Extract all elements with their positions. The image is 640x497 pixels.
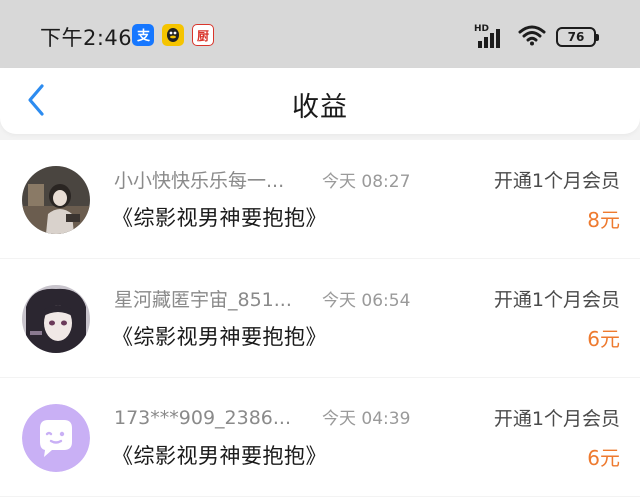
user-line: 173***909_2386... 今天 04:39 [114, 404, 410, 429]
earnings-list: 小小快快乐乐每一... 今天 08:27 开通1个月会员 《综影视男神要抱抱》 … [0, 140, 640, 497]
purchase-description: 开通1个月会员 [493, 170, 620, 192]
status-indicators: HD 76 [474, 24, 599, 50]
alipay-icon: 支 [132, 24, 154, 46]
svg-text:支: 支 [136, 28, 151, 43]
user-line: 小小快快乐乐每一... 今天 08:27 [114, 166, 410, 193]
timestamp: 今天 08:27 [322, 172, 411, 192]
signal-icon: HD [474, 24, 508, 48]
earning-amount: 6元 [587, 327, 620, 351]
qq-icon [162, 24, 184, 46]
book-title: 《综影视男神要抱抱》 [112, 206, 327, 230]
avatar[interactable] [22, 166, 90, 234]
purchase-description: 开通1个月会员 [493, 289, 620, 311]
book-title: 《综影视男神要抱抱》 [112, 444, 327, 468]
page-title: 收益 [292, 92, 348, 123]
chef-icon: 厨 [192, 24, 214, 46]
purchase-description: 开通1个月会员 [493, 408, 620, 430]
list-item[interactable]: 小小快快乐乐每一... 今天 08:27 开通1个月会员 《综影视男神要抱抱》 … [0, 140, 640, 258]
book-title: 《综影视男神要抱抱》 [112, 325, 327, 349]
list-item[interactable]: 星河藏匿宇宙_851... 今天 06:54 开通1个月会员 《综影视男神要抱抱… [0, 259, 640, 377]
notification-icons: 支 厨 [132, 24, 214, 46]
earning-amount: 8元 [587, 208, 620, 232]
list-item[interactable]: 173***909_2386... 今天 04:39 开通1个月会员 《综影视男… [0, 378, 640, 496]
wifi-icon [518, 24, 546, 50]
status-bar: 下午2:46 支 厨 HD 76 [0, 0, 640, 68]
user-name: 173***909_2386... [114, 407, 292, 429]
timestamp: 今天 04:39 [322, 409, 411, 429]
default-avatar[interactable] [22, 404, 90, 472]
user-name: 星河藏匿宇宙_851... [114, 289, 292, 311]
user-name: 小小快快乐乐每一... [114, 170, 285, 192]
nav-bar: 收益 [0, 68, 640, 134]
status-time: 下午2:46 [40, 26, 133, 50]
battery-icon: 76 [556, 27, 599, 47]
earning-amount: 6元 [587, 446, 620, 470]
timestamp: 今天 06:54 [322, 291, 411, 311]
avatar[interactable] [22, 285, 90, 353]
user-line: 星河藏匿宇宙_851... 今天 06:54 [114, 285, 410, 312]
